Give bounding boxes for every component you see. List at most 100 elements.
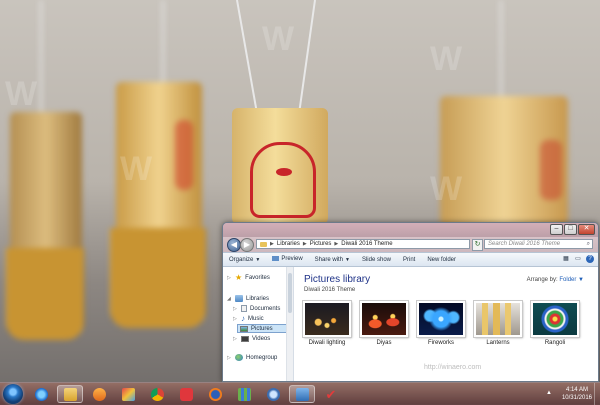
- chevron-right-icon: ▶: [334, 241, 339, 247]
- file-name: Fireworks: [427, 340, 454, 346]
- chevron-right-icon: ▶: [302, 241, 307, 247]
- file-explorer-icon[interactable]: [57, 385, 83, 403]
- expand-icon[interactable]: ▷: [233, 306, 238, 312]
- change-view-icon[interactable]: ▦: [562, 255, 570, 263]
- file-name: Diyas: [376, 340, 392, 346]
- nav-favorites-label: Favorites: [245, 274, 270, 281]
- paint-icon[interactable]: [115, 385, 141, 403]
- organize-button[interactable]: Organize ▼: [223, 257, 266, 263]
- documents-icon: [241, 305, 247, 312]
- internet-explorer-icon[interactable]: [28, 385, 54, 403]
- clock-date: 10/31/2016: [561, 395, 592, 401]
- preview-icon: [272, 256, 280, 262]
- library-icon: [235, 295, 243, 302]
- show-desktop-button[interactable]: [594, 383, 600, 405]
- nav-pictures[interactable]: Pictures: [237, 324, 289, 333]
- app-grid-icon[interactable]: [231, 385, 257, 403]
- search-input[interactable]: Search Diwali 2016 Theme ⌕: [484, 239, 593, 249]
- library-title: Pictures library: [304, 274, 371, 285]
- chrome-icon[interactable]: [144, 385, 170, 403]
- close-button[interactable]: ✕: [578, 224, 595, 235]
- slide-show-button[interactable]: Slide show: [356, 257, 397, 263]
- organize-label: Organize: [229, 256, 254, 263]
- lantern-image: [232, 108, 328, 224]
- videos-icon: [241, 335, 249, 342]
- remote-desktop-icon[interactable]: [289, 385, 315, 403]
- breadcrumb-pictures[interactable]: Pictures: [310, 241, 332, 247]
- library-subtitle: Diwali 2016 Theme: [304, 287, 356, 293]
- preview-label: Preview: [281, 256, 303, 263]
- explorer-window[interactable]: – □ ✕ ◀ ▶ ▶ Libraries ▶ Pictures ▶ Diwal…: [222, 222, 599, 382]
- arrange-by: Arrange by: Folder ▼: [527, 277, 584, 283]
- image-thumbnail: [474, 301, 522, 337]
- chevron-right-icon: ▶: [270, 241, 274, 247]
- file-list: Pictures library Diwali 2016 Theme Arran…: [294, 267, 598, 381]
- nav-libraries[interactable]: ◢ Libraries: [227, 294, 269, 303]
- file-item[interactable]: Diwali lighting: [302, 301, 352, 346]
- nav-videos[interactable]: ▷ Videos: [233, 334, 270, 343]
- command-bar: Organize ▼ Preview Share with ▼ Slide show…: [223, 252, 598, 267]
- start-button[interactable]: [3, 384, 23, 404]
- file-item[interactable]: Lanterns: [473, 301, 523, 346]
- media-player-icon[interactable]: [86, 385, 112, 403]
- minimize-button[interactable]: –: [550, 224, 563, 235]
- file-item[interactable]: Diyas: [359, 301, 409, 346]
- expand-icon[interactable]: ▷: [227, 275, 232, 281]
- magnifier-icon[interactable]: [260, 385, 286, 403]
- chevron-down-icon: ▼: [345, 256, 350, 263]
- nav-music[interactable]: ▷ ♪ Music: [233, 314, 264, 323]
- expand-icon[interactable]: ▷: [233, 316, 238, 322]
- maximize-button[interactable]: □: [564, 224, 577, 235]
- navigation-pane: ▷ ★ Favorites ◢ Libraries ▷ Documents ▷ …: [223, 267, 294, 381]
- nav-libraries-label: Libraries: [246, 295, 270, 302]
- help-icon[interactable]: ?: [586, 255, 594, 263]
- homegroup-icon: [235, 354, 243, 361]
- file-item[interactable]: Rangoli: [530, 301, 580, 346]
- firefox-icon[interactable]: [202, 385, 228, 403]
- breadcrumb-libraries[interactable]: Libraries: [277, 241, 300, 247]
- image-thumbnail: [303, 301, 351, 337]
- watermark-logo: W: [262, 20, 294, 58]
- breadcrumb-theme[interactable]: Diwali 2016 Theme: [341, 241, 392, 247]
- share-with-label: Share with: [314, 256, 344, 263]
- nav-documents[interactable]: ▷ Documents: [233, 304, 280, 313]
- image-thumbnail: [531, 301, 579, 337]
- expand-icon[interactable]: ▷: [227, 355, 232, 361]
- chevron-down-icon: ▼: [255, 256, 261, 263]
- share-with-button[interactable]: Share with ▼: [309, 257, 356, 263]
- address-bar[interactable]: ▶ Libraries ▶ Pictures ▶ Diwali 2016 The…: [256, 239, 470, 249]
- title-bar[interactable]: – □ ✕: [223, 223, 598, 237]
- system-clock[interactable]: 4:14 AM 10/31/2016: [562, 386, 592, 402]
- nav-favorites[interactable]: ▷ ★ Favorites: [227, 273, 270, 282]
- nav-scrollbar[interactable]: [286, 267, 293, 381]
- watermark-url: http://winaero.com: [424, 364, 482, 371]
- preview-pane-icon[interactable]: ▭: [574, 255, 582, 263]
- nav-videos-label: Videos: [252, 335, 271, 342]
- navigation-bar: ◀ ▶ ▶ Libraries ▶ Pictures ▶ Diwali 2016…: [223, 237, 598, 252]
- back-button[interactable]: ◀: [227, 238, 241, 252]
- arrange-by-dropdown[interactable]: Folder ▼: [559, 277, 584, 283]
- preview-button[interactable]: Preview: [266, 256, 308, 263]
- search-placeholder: Search Diwali 2016 Theme: [488, 241, 561, 247]
- tray-chevron-icon[interactable]: ▲: [546, 390, 552, 396]
- nav-documents-label: Documents: [250, 305, 281, 312]
- file-name: Rangoli: [544, 340, 566, 346]
- watermark-logo: W: [120, 150, 152, 188]
- nav-homegroup[interactable]: ▷ Homegroup: [227, 353, 277, 362]
- collapse-icon[interactable]: ◢: [227, 296, 232, 302]
- image-thumbnail: [417, 301, 465, 337]
- folder-icon: [260, 241, 267, 247]
- check-app-icon[interactable]: ✔: [318, 385, 344, 403]
- forward-button[interactable]: ▶: [240, 238, 254, 252]
- watermark-logo: W: [430, 40, 462, 78]
- vivaldi-icon[interactable]: [173, 385, 199, 403]
- star-icon: ★: [235, 273, 243, 282]
- print-button[interactable]: Print: [397, 257, 421, 263]
- watermark-logo: W: [430, 170, 462, 208]
- pictures-icon: [240, 325, 248, 332]
- expand-icon[interactable]: ▷: [233, 336, 238, 342]
- refresh-button[interactable]: ↻: [472, 239, 483, 251]
- file-item[interactable]: Fireworks: [416, 301, 466, 346]
- new-folder-button[interactable]: New folder: [421, 257, 462, 263]
- file-name: Lanterns: [486, 340, 510, 346]
